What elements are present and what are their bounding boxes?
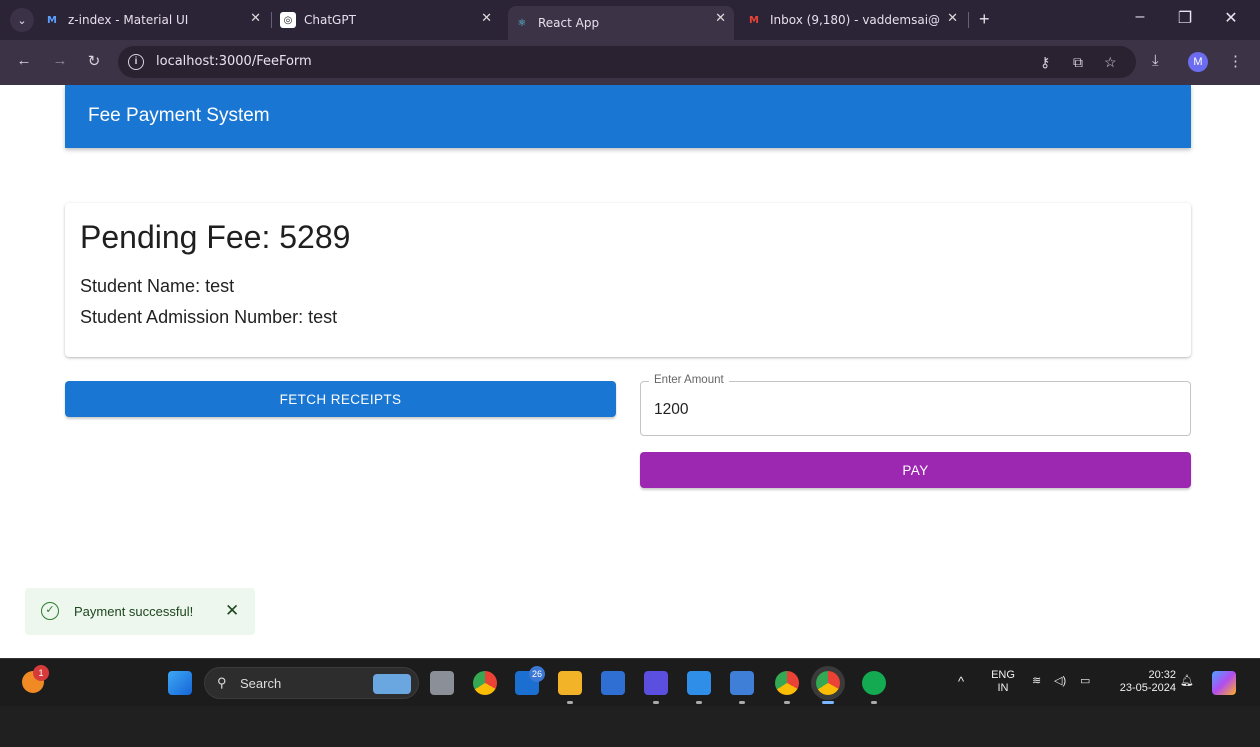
screen: ⌄ M z-index - Material UI ✕ ◎ ChatGPT ✕ … (0, 0, 1260, 747)
site-info-icon[interactable]: i (128, 54, 144, 70)
pay-button[interactable]: PAY (640, 452, 1191, 488)
language-top: ENG (991, 669, 1015, 681)
browser-toolbar: ← → ↻ i localhost:3000/FeeForm ⚷ ⧉ ☆ ⤓ M… (0, 40, 1260, 85)
running-indicator (653, 701, 659, 704)
tab-title: Inbox (9,180) - vaddemsai@gm (770, 13, 940, 27)
tab-title: ChatGPT (304, 13, 356, 27)
windows-taskbar: 1 ⚲ Search 26 ^ ENG IN ≋ ◁) ▭ 20:32 23-0… (0, 658, 1260, 706)
close-tab-icon[interactable]: ✕ (250, 11, 261, 26)
clock-date: 23-05-2024 (1119, 682, 1176, 694)
search-highlight-icon (373, 674, 411, 694)
reload-icon[interactable]: ↻ (84, 52, 104, 70)
page-viewport: Fee Payment System Pending Fee: 5289 Stu… (0, 85, 1260, 658)
minimize-icon[interactable]: – (1125, 8, 1155, 26)
vscode-icon[interactable] (687, 671, 711, 695)
address-bar[interactable]: i localhost:3000/FeeForm ⚷ ⧉ ☆ (118, 46, 1136, 78)
battery-icon[interactable]: ▭ (1080, 675, 1090, 688)
menu-kebab-icon[interactable]: ⋮ (1228, 52, 1243, 70)
screen-bottom-margin (0, 706, 1260, 747)
close-window-icon[interactable]: ✕ (1216, 8, 1246, 28)
store-icon[interactable] (601, 671, 625, 695)
gmail-logo-icon: M (749, 14, 759, 26)
copilot-icon[interactable] (1212, 671, 1236, 695)
search-label: Search (240, 676, 282, 691)
close-tab-icon[interactable]: ✕ (481, 11, 492, 26)
notepad-icon[interactable] (730, 671, 754, 695)
show-hidden-icons-icon[interactable]: ^ (958, 675, 964, 688)
student-admission-number: Student Admission Number: test (80, 307, 338, 327)
app-title: Fee Payment System (88, 105, 270, 126)
tab-search-button[interactable]: ⌄ (10, 8, 34, 32)
clock[interactable]: 20:32 23-05-2024 (1108, 669, 1176, 695)
tab-title: React App (538, 16, 600, 30)
language-indicator[interactable]: ENG IN (990, 669, 1016, 695)
tab-chatgpt[interactable]: ◎ ChatGPT ✕ (280, 6, 500, 34)
close-tab-icon[interactable]: ✕ (947, 11, 958, 26)
notification-badge: 1 (33, 665, 49, 681)
volume-icon[interactable]: ◁) (1054, 675, 1066, 688)
pending-fee-heading: Pending Fee: 5289 (80, 219, 351, 255)
running-indicator (784, 701, 790, 704)
active-indicator (822, 701, 834, 704)
bookmark-star-icon[interactable]: ☆ (1104, 54, 1117, 71)
tab-separator (271, 12, 272, 28)
password-key-icon[interactable]: ⚷ (1040, 54, 1050, 71)
chrome-icon[interactable] (473, 671, 497, 695)
mail-badge: 26 (529, 666, 545, 682)
fetch-receipts-button[interactable]: FETCH RECEIPTS (65, 381, 616, 417)
amount-value[interactable]: 1200 (654, 401, 688, 419)
download-icon[interactable]: ⤓ (1152, 52, 1159, 69)
forward-icon[interactable]: → (50, 52, 70, 69)
mui-logo-icon: M (47, 14, 57, 26)
notification-bell-icon[interactable]: 🔔︎ (1180, 675, 1194, 688)
amount-label: Enter Amount (649, 374, 729, 386)
taskbar-search[interactable]: ⚲ Search (204, 667, 419, 699)
chrome-profile-icon[interactable] (775, 671, 799, 695)
url-text: localhost:3000/FeeForm (156, 54, 312, 69)
azure-data-studio-icon[interactable] (644, 671, 668, 695)
running-indicator (696, 701, 702, 704)
tab-mui[interactable]: M z-index - Material UI ✕ (44, 6, 269, 34)
profile-avatar[interactable]: M (1188, 52, 1208, 72)
task-view-icon[interactable] (430, 671, 454, 695)
new-tab-button[interactable]: + (979, 9, 990, 30)
tab-title: z-index - Material UI (68, 13, 189, 27)
close-tab-icon[interactable]: ✕ (715, 11, 726, 26)
react-logo-icon: ⚛ (517, 17, 527, 29)
student-name: Student Name: test (80, 276, 235, 296)
chrome-active-icon[interactable] (816, 671, 840, 695)
running-indicator (567, 701, 573, 704)
snackbar-message: Payment successful! (74, 604, 194, 619)
chatgpt-logo-icon: ◎ (280, 12, 296, 28)
close-icon[interactable]: ✕ (225, 601, 239, 621)
wifi-icon[interactable]: ≋ (1032, 675, 1041, 688)
app-bar: Fee Payment System (65, 85, 1191, 148)
tab-react-app[interactable]: ⚛ React App ✕ (508, 6, 734, 40)
language-bottom: IN (997, 682, 1009, 694)
back-icon[interactable]: ← (14, 52, 34, 69)
mongodb-compass-icon[interactable] (862, 671, 886, 695)
restore-icon[interactable]: ❐ (1170, 8, 1200, 28)
windows-start-icon[interactable] (168, 671, 192, 695)
fee-summary-card: Pending Fee: 5289 Student Name: test Stu… (65, 203, 1191, 357)
amount-input[interactable]: Enter Amount 1200 (640, 374, 1191, 436)
running-indicator (739, 701, 745, 704)
search-icon: ⚲ (217, 675, 227, 690)
tab-gmail[interactable]: M Inbox (9,180) - vaddemsai@gm ✕ (746, 6, 966, 34)
clock-time: 20:32 (1148, 669, 1176, 681)
running-indicator (871, 701, 877, 704)
success-snackbar: ✓ Payment successful! ✕ (25, 588, 255, 635)
browser-tab-strip: ⌄ M z-index - Material UI ✕ ◎ ChatGPT ✕ … (0, 0, 1260, 40)
cast-icon[interactable]: ⧉ (1073, 54, 1083, 71)
tab-separator (968, 12, 969, 28)
check-circle-icon: ✓ (41, 602, 59, 620)
file-explorer-icon[interactable] (558, 671, 582, 695)
